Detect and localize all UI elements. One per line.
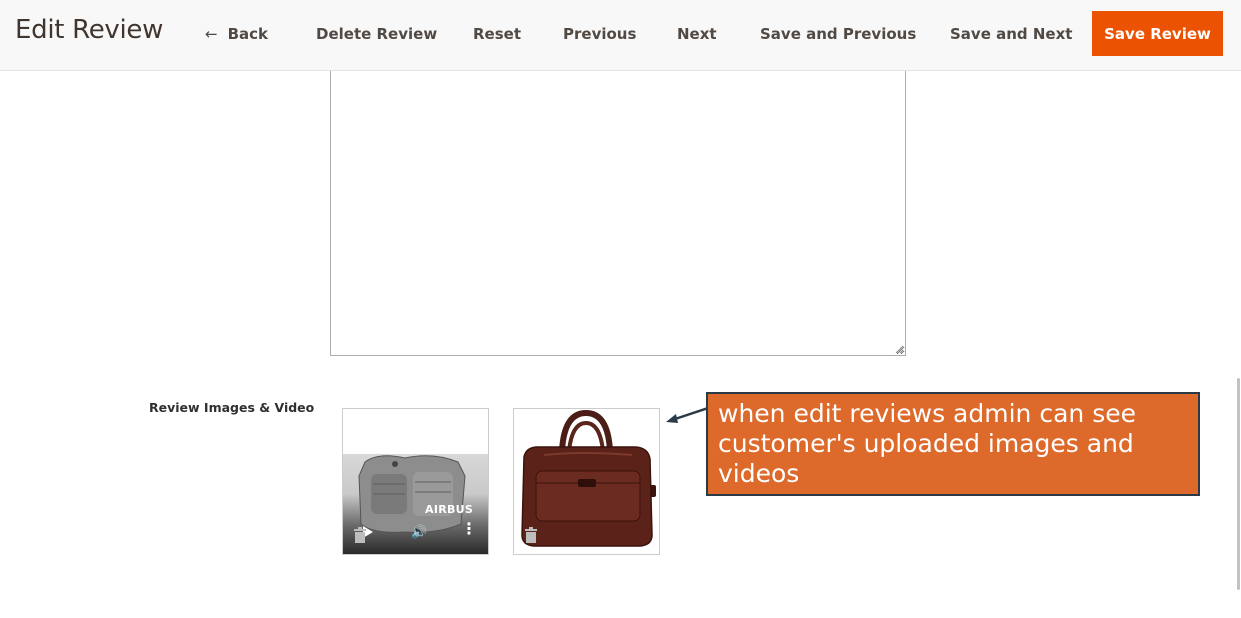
back-button[interactable]: ← Back: [205, 22, 268, 46]
trash-icon[interactable]: [353, 526, 367, 544]
more-options-icon[interactable]: ⋮: [461, 522, 477, 538]
next-button[interactable]: Next: [677, 22, 717, 46]
review-image-thumbnail[interactable]: [513, 408, 660, 555]
review-media-label: Review Images & Video: [149, 400, 315, 415]
delete-review-button[interactable]: Delete Review: [316, 22, 437, 46]
save-and-previous-button[interactable]: Save and Previous: [760, 22, 916, 46]
back-button-label: Back: [227, 25, 269, 43]
edit-review-page: Edit Review ← Back Delete Review Reset Pr…: [0, 0, 1241, 618]
page-actions-header: Edit Review ← Back Delete Review Reset Pr…: [0, 0, 1241, 71]
callout-arrow-icon: [666, 406, 708, 423]
back-arrow-icon: ←: [205, 25, 218, 43]
trash-icon[interactable]: [524, 526, 538, 544]
review-text-field[interactable]: [330, 71, 906, 356]
resize-handle-icon[interactable]: [895, 345, 904, 354]
save-review-button[interactable]: Save Review: [1092, 11, 1223, 56]
reset-button[interactable]: Reset: [473, 22, 521, 46]
annotation-callout: when edit reviews admin can see customer…: [706, 392, 1200, 496]
volume-icon[interactable]: 🔊: [411, 525, 427, 539]
video-brand-text: AIRBUS: [425, 503, 474, 516]
review-video-thumbnail[interactable]: AIRBUS 🔊 ⋮: [342, 408, 489, 555]
page-scrollbar-thumb[interactable]: [1237, 378, 1240, 590]
page-title: Edit Review: [15, 15, 164, 45]
save-and-next-button[interactable]: Save and Next: [950, 22, 1072, 46]
previous-button[interactable]: Previous: [563, 22, 636, 46]
